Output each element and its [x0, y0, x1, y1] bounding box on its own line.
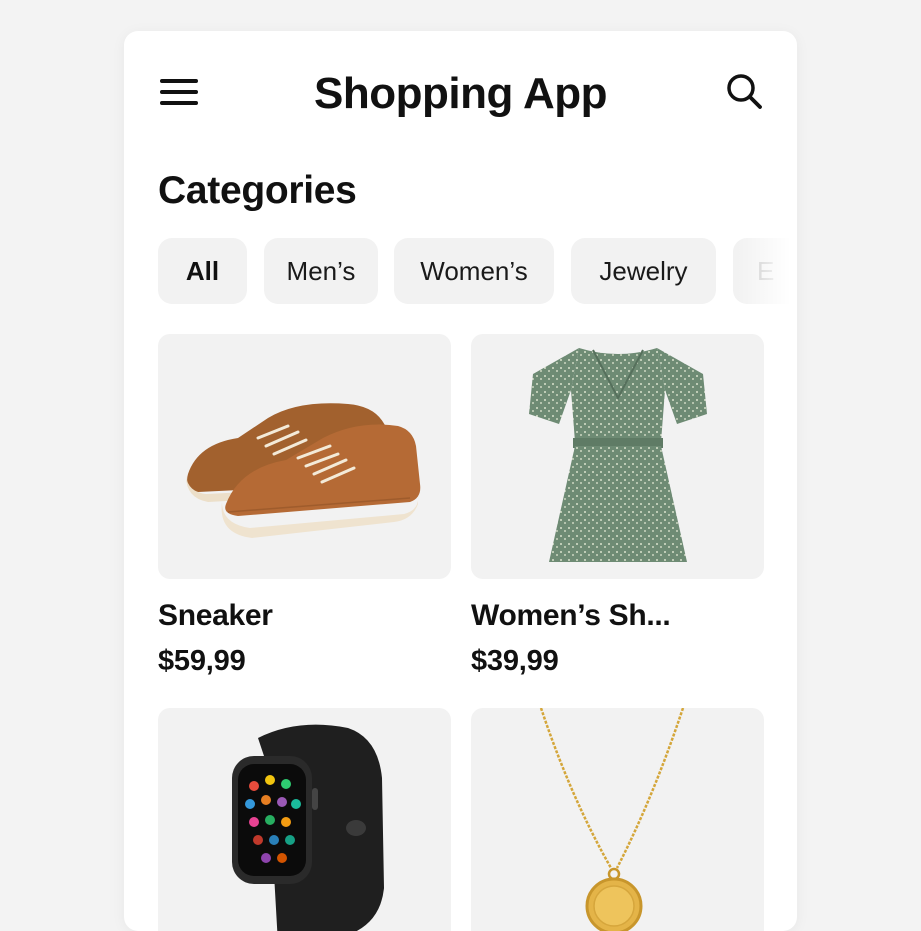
product-card-dress[interactable]: Women’s Sh... $39,99 — [471, 334, 764, 678]
app-title: Shopping App — [314, 69, 607, 118]
product-price: $39,99 — [471, 645, 559, 677]
product-card-sneaker[interactable]: Sneaker $59,99 — [158, 334, 451, 678]
product-image-dress — [471, 334, 764, 579]
chip-jewelry[interactable]: Jewelry — [571, 238, 716, 304]
sneaker-icon — [186, 403, 421, 538]
categories-heading: Categories — [158, 169, 357, 212]
necklace-icon — [539, 708, 685, 931]
search-icon-glyph — [727, 74, 762, 109]
app-screen: Shopping App Categories All Men’s Women’… — [124, 31, 797, 931]
product-image-smartwatch — [158, 708, 451, 931]
product-name: Women’s Sh... — [471, 599, 671, 632]
product-name: Sneaker — [158, 599, 273, 632]
search-icon[interactable] — [724, 71, 764, 111]
chip-all[interactable]: All — [158, 238, 247, 304]
product-price: $59,99 — [158, 645, 246, 677]
chip-womens[interactable]: Women’s — [394, 238, 554, 304]
product-card-necklace[interactable] — [471, 708, 764, 931]
chip-mens[interactable]: Men’s — [264, 238, 378, 304]
product-image-necklace — [471, 708, 764, 931]
chip-partial[interactable]: E — [733, 238, 797, 304]
dress-icon — [529, 348, 707, 562]
smartwatch-icon — [232, 724, 384, 931]
product-card-smartwatch[interactable] — [158, 708, 451, 931]
category-chip-row: All Men’s Women’s Jewelry E — [158, 238, 797, 304]
product-image-sneaker — [158, 334, 451, 579]
